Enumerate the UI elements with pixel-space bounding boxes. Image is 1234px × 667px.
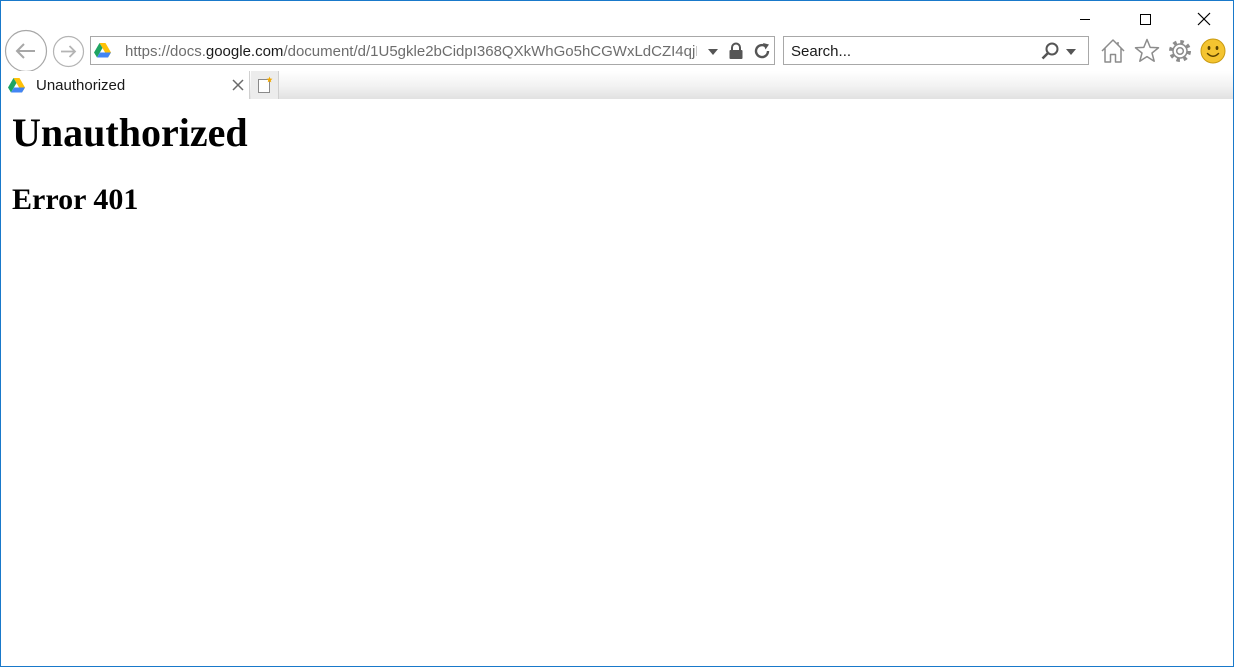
page-content: Unauthorized Error 401 [1,99,1233,666]
maximize-button[interactable] [1116,1,1174,37]
favorites-star-icon[interactable] [1133,37,1161,65]
lock-icon[interactable] [728,42,744,60]
smiley-feedback-icon[interactable] [1199,37,1227,65]
google-drive-icon [8,78,25,93]
back-arrow-icon [4,29,48,73]
new-tab-button[interactable] [251,71,279,99]
tab-strip: Unauthorized [1,71,1233,99]
close-button[interactable] [1175,1,1233,37]
refresh-icon[interactable] [752,41,772,61]
tab-unauthorized[interactable]: Unauthorized [1,71,250,99]
forward-arrow-icon [52,35,85,68]
maximize-icon [1140,14,1151,25]
error-code-heading: Error 401 [12,183,139,216]
url-text[interactable]: https://docs.google.com/document/d/1U5gk… [125,43,697,60]
search-icon[interactable] [1040,41,1060,61]
close-icon [1197,12,1211,26]
page-title: Unauthorized [12,110,248,155]
minimize-button[interactable] [1056,1,1114,37]
tab-close-icon[interactable] [231,78,245,92]
search-input[interactable] [791,41,1031,61]
google-drive-icon [94,43,111,58]
chevron-down-icon[interactable] [1065,48,1077,56]
home-icon[interactable] [1099,37,1127,65]
browser-window: https://docs.google.com/document/d/1U5gk… [0,0,1234,667]
address-bar[interactable]: https://docs.google.com/document/d/1U5gk… [90,36,775,65]
forward-button[interactable] [52,35,85,68]
search-box[interactable] [783,36,1089,65]
minimize-icon [1080,19,1090,20]
tab-title: Unauthorized [36,77,126,94]
new-tab-icon [258,76,273,93]
back-button[interactable] [4,29,48,73]
chevron-down-icon[interactable] [706,48,720,56]
settings-gear-icon[interactable] [1166,37,1194,65]
